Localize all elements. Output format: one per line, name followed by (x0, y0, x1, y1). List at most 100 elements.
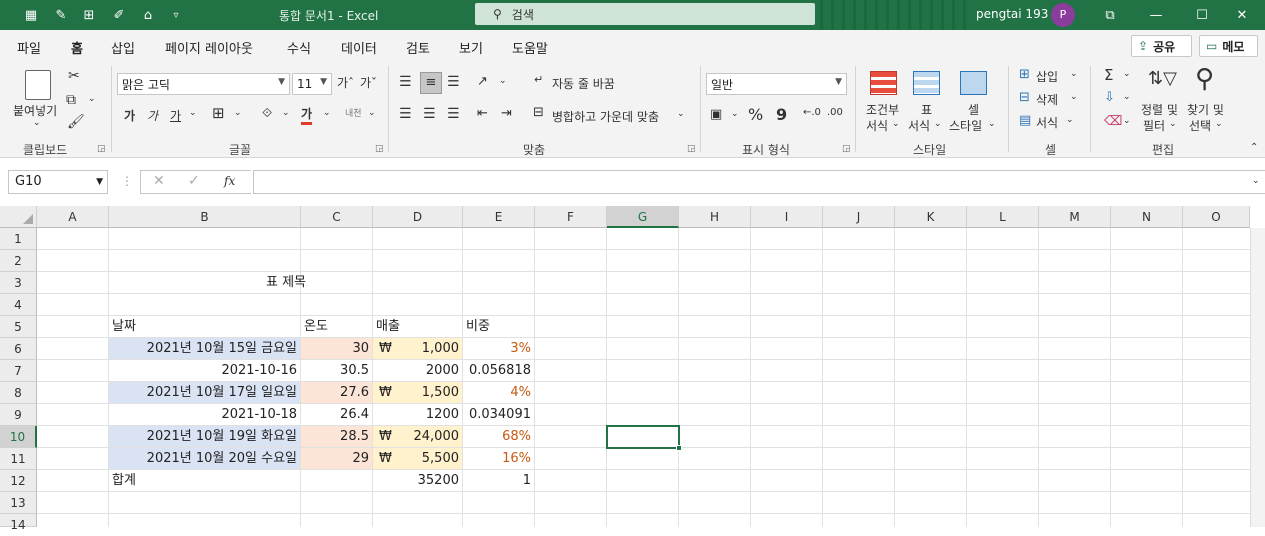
sales-cell[interactable]: 2000 (373, 360, 463, 382)
sort-filter-label-1[interactable]: 정렬 및 (1141, 101, 1178, 118)
active-cell-g10[interactable] (606, 425, 680, 449)
sales-cell[interactable]: ₩5,500 (373, 448, 463, 470)
autosum-icon[interactable]: Σ (1104, 66, 1113, 84)
increase-decimal-icon[interactable]: ←.0 (803, 107, 821, 118)
header-sales-cell[interactable]: 매출 (373, 316, 463, 338)
format-painter-qa-icon[interactable]: ✎ (50, 4, 72, 26)
number-launcher-icon[interactable]: ◲ (842, 144, 851, 154)
italic-button[interactable]: 가 (147, 107, 158, 124)
col-header-f[interactable]: F (535, 206, 607, 228)
tab-home[interactable]: 홈 (71, 38, 83, 65)
decrease-font-icon[interactable]: 가ˇ (360, 74, 377, 91)
find-select-icon[interactable]: ⚲ (1195, 64, 1214, 94)
close-icon[interactable]: ✕ (1219, 0, 1265, 30)
format-table-chevron-icon[interactable]: ⌄ (934, 119, 942, 129)
date-cell[interactable]: 2021-10-18 (109, 404, 301, 426)
col-header-c[interactable]: C (301, 206, 373, 228)
user-name[interactable]: pengtai 193 (976, 7, 1048, 21)
tab-data[interactable]: 데이터 (341, 38, 377, 57)
date-cell[interactable]: 2021년 10월 19일 화요일 (109, 426, 301, 448)
total-sales-cell[interactable]: 35200 (373, 470, 463, 492)
font-color-button[interactable]: 가 (301, 105, 313, 125)
row-header-10[interactable]: 10 (0, 426, 37, 448)
underline-chevron-icon[interactable]: ⌄ (189, 108, 197, 118)
font-launcher-icon[interactable]: ◲ (375, 144, 384, 154)
accounting-chevron-icon[interactable]: ⌄ (731, 109, 739, 119)
row-header-13[interactable]: 13 (0, 492, 37, 514)
col-header-h[interactable]: H (679, 206, 751, 228)
phonetic-chevron-icon[interactable]: ⌄ (368, 108, 376, 118)
cut-icon[interactable]: ✂ (68, 68, 80, 84)
comments-button[interactable]: ▭ 메모 (1199, 35, 1258, 57)
row-header-12[interactable]: 12 (0, 470, 37, 492)
orientation-chevron-icon[interactable]: ⌄ (499, 76, 507, 86)
sort-filter-icon[interactable]: ⇅▽ (1148, 68, 1177, 89)
border-icon[interactable]: ⊞ (78, 4, 100, 26)
form-icon[interactable]: ✐ (108, 4, 130, 26)
format-table-label-2[interactable]: 서식 (908, 117, 930, 134)
row-header-7[interactable]: 7 (0, 360, 37, 382)
bold-button[interactable]: 가 (124, 107, 135, 124)
formula-input[interactable] (253, 170, 1265, 194)
comma-button[interactable]: 9 (776, 105, 787, 124)
cancel-icon[interactable]: ✕ (153, 173, 165, 189)
name-box-chevron-icon[interactable]: ▼ (96, 171, 103, 193)
total-ratio-cell[interactable]: 1 (463, 470, 535, 492)
conditional-format-label-1[interactable]: 조건부 (866, 101, 899, 118)
merge-center-button[interactable]: 병합하고 가운데 맞춤 (552, 108, 659, 125)
collapse-ribbon-icon[interactable]: ⌃ (1250, 142, 1258, 153)
font-color-chevron-icon[interactable]: ⌄ (323, 108, 331, 118)
col-header-k[interactable]: K (895, 206, 967, 228)
phonetic-button[interactable]: 내천 (345, 106, 362, 119)
customize-qa-chevron-icon[interactable]: ▿ (165, 4, 187, 26)
decrease-indent-icon[interactable]: ⇤ (477, 106, 488, 121)
format-table-icon[interactable] (913, 71, 940, 95)
autosum-chevron-icon[interactable]: ⌄ (1123, 69, 1131, 79)
col-header-b[interactable]: B (109, 206, 301, 228)
orientation-icon[interactable]: ↗ (477, 74, 488, 89)
copy-icon[interactable]: ⧉ (66, 92, 76, 108)
row-header-11[interactable]: 11 (0, 448, 37, 470)
copy-chevron-icon[interactable]: ⌄ (88, 94, 96, 104)
total-label-cell[interactable]: 합계 (109, 470, 301, 492)
sort-chevron-icon[interactable]: ⌄ (1169, 119, 1177, 129)
delete-chevron-icon[interactable]: ⌄ (1070, 92, 1078, 102)
ratio-cell[interactable]: 16% (463, 448, 535, 470)
row-header-4[interactable]: 4 (0, 294, 37, 316)
format-painter-icon[interactable]: 🖌 (67, 114, 85, 130)
cell-styles-label-1[interactable]: 셀 (968, 101, 979, 118)
date-cell[interactable]: 2021년 10월 20일 수요일 (109, 448, 301, 470)
sort-filter-label-2[interactable]: 필터 (1143, 117, 1165, 134)
fill-chevron-icon[interactable]: ⌄ (1123, 92, 1131, 102)
ratio-cell[interactable]: 68% (463, 426, 535, 448)
increase-indent-icon[interactable]: ⇥ (501, 106, 512, 121)
temp-cell[interactable]: 30.5 (301, 360, 373, 382)
paste-button[interactable]: 붙여넣기 (13, 102, 57, 119)
insert-chevron-icon[interactable]: ⌄ (1070, 69, 1078, 79)
accounting-icon[interactable]: ▣ (710, 107, 722, 122)
avatar[interactable]: P (1051, 3, 1075, 27)
col-header-o[interactable]: O (1183, 206, 1250, 228)
shapes-icon[interactable]: ⌂ (137, 4, 159, 26)
header-ratio-cell[interactable]: 비중 (463, 316, 535, 338)
date-cell[interactable]: 2021-10-16 (109, 360, 301, 382)
row-header-5[interactable]: 5 (0, 316, 37, 338)
fill-down-icon[interactable]: ⇩ (1104, 90, 1115, 105)
paste-chevron-icon[interactable]: ⌄ (33, 118, 41, 128)
delete-cells-button[interactable]: 삭제 (1036, 91, 1058, 108)
underline-button[interactable]: 가 (170, 107, 181, 124)
expand-formula-chevron-icon[interactable]: ⌄ (1252, 176, 1260, 186)
col-header-l[interactable]: L (967, 206, 1039, 228)
row-header-2[interactable]: 2 (0, 250, 37, 272)
select-all-corner[interactable] (0, 206, 37, 228)
temp-cell[interactable]: 29 (301, 448, 373, 470)
increase-font-icon[interactable]: 가ˆ (337, 74, 354, 91)
row-header-3[interactable]: 3 (0, 272, 37, 294)
sales-cell[interactable]: 1200 (373, 404, 463, 426)
header-date-cell[interactable]: 날짜 (109, 316, 301, 338)
row-header-6[interactable]: 6 (0, 338, 37, 360)
borders-chevron-icon[interactable]: ⌄ (234, 108, 242, 118)
borders-icon[interactable]: ⊞ (212, 104, 225, 122)
tab-insert[interactable]: 삽입 (111, 38, 135, 57)
cell-styles-icon[interactable] (960, 71, 987, 95)
